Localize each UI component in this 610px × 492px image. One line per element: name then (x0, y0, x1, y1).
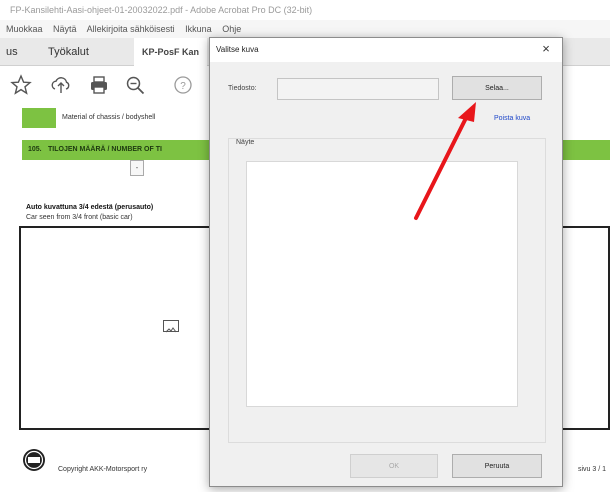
arrow-head (458, 102, 476, 122)
annotation-arrow (414, 102, 476, 220)
arrow-shaft (414, 116, 468, 220)
